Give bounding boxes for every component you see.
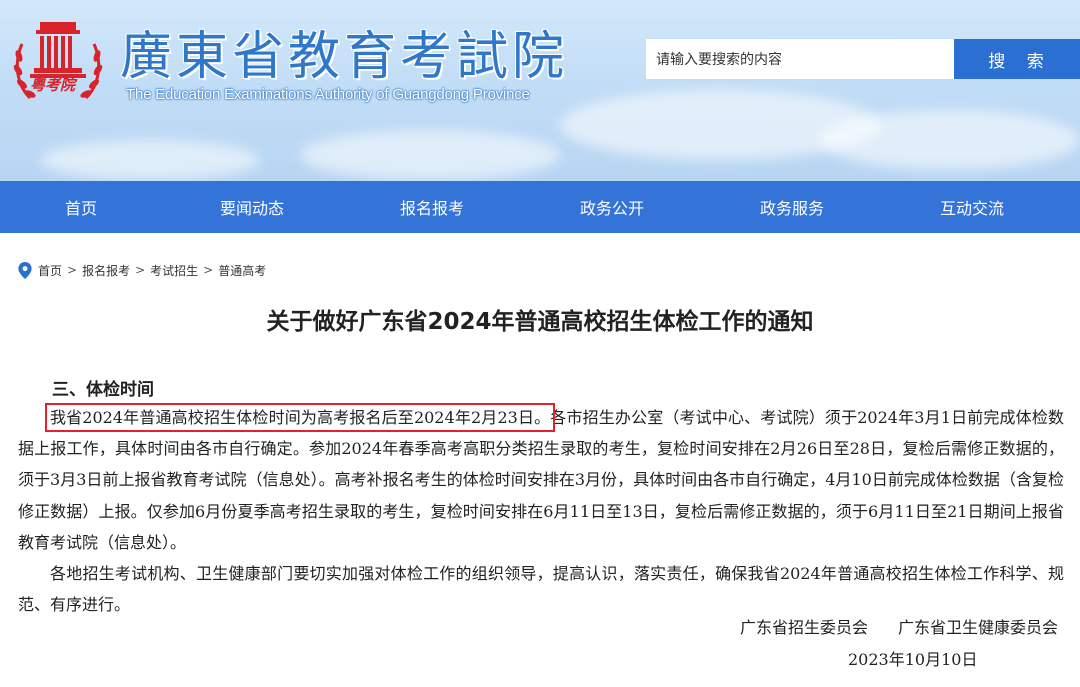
paragraph-1-text: 各市招生办公室（考试中心、考试院）须于2024年3月1日前完成体检数据上报工作，… <box>18 408 1064 552</box>
paragraph-2: 各地招生考试机构、卫生健康部门要切实加强对体检工作的组织领导，提高认识，落实责任… <box>18 564 1064 615</box>
search-input[interactable] <box>646 39 954 79</box>
breadcrumb-separator: > <box>203 263 214 277</box>
signature-line: 广东省招生委员会 广东省卫生健康委员会 <box>740 614 1058 638</box>
logo-text: 粤考院 <box>30 76 76 94</box>
nav-item-services[interactable]: 政务服务 <box>702 181 882 233</box>
search-button[interactable]: 搜 索 <box>954 39 1080 79</box>
nav-item-registration[interactable]: 报名报考 <box>342 181 522 233</box>
nav-item-home[interactable]: 首页 <box>0 181 162 233</box>
breadcrumb-separator: > <box>135 263 146 277</box>
header-banner: 粤考院 廣東省教育考試院 The Education Examinations … <box>0 0 1080 181</box>
breadcrumb-item-exam-admission[interactable]: 考试招生 <box>150 262 198 279</box>
location-pin-icon <box>18 261 32 279</box>
banner-cloud <box>820 110 1080 170</box>
section-heading: 三、体检时间 <box>52 380 154 400</box>
article-title: 关于做好广东省2024年普通高校招生体检工作的通知 <box>266 309 814 335</box>
banner-cloud <box>300 130 560 180</box>
paragraph-1: 我省2024年普通高校招生体检时间为高考报名后至2024年2月23日。各市招生办… <box>18 402 1064 558</box>
article-body: 我省2024年普通高校招生体检时间为高考报名后至2024年2月23日。各市招生办… <box>18 402 1064 620</box>
nav-item-interaction[interactable]: 互动交流 <box>882 181 1062 233</box>
breadcrumb: 首页 > 报名报考 > 考试招生 > 普通高考 <box>18 261 266 279</box>
nav-item-public-affairs[interactable]: 政务公开 <box>522 181 702 233</box>
signer-admissions-committee: 广东省招生委员会 <box>739 618 868 637</box>
nav-item-news[interactable]: 要闻动态 <box>162 181 342 233</box>
site-logo[interactable] <box>10 12 106 112</box>
highlighted-sentence: 我省2024年普通高校招生体检时间为高考报名后至2024年2月23日。 <box>44 403 556 432</box>
site-title[interactable]: 廣東省教育考試院 <box>120 14 568 87</box>
banner-cloud <box>40 140 260 180</box>
breadcrumb-separator: > <box>67 263 78 277</box>
breadcrumb-item-home[interactable]: 首页 <box>38 262 62 279</box>
breadcrumb-item-gaokao[interactable]: 普通高考 <box>218 262 266 279</box>
breadcrumb-item-registration[interactable]: 报名报考 <box>82 262 130 279</box>
main-nav: 首页 要闻动态 报名报考 政务公开 政务服务 互动交流 <box>0 181 1080 233</box>
site-subtitle: The Education Examinations Authority of … <box>126 86 530 103</box>
signer-health-committee: 广东省卫生健康委员会 <box>897 618 1058 637</box>
sign-date: 2023年10月10日 <box>848 650 978 669</box>
